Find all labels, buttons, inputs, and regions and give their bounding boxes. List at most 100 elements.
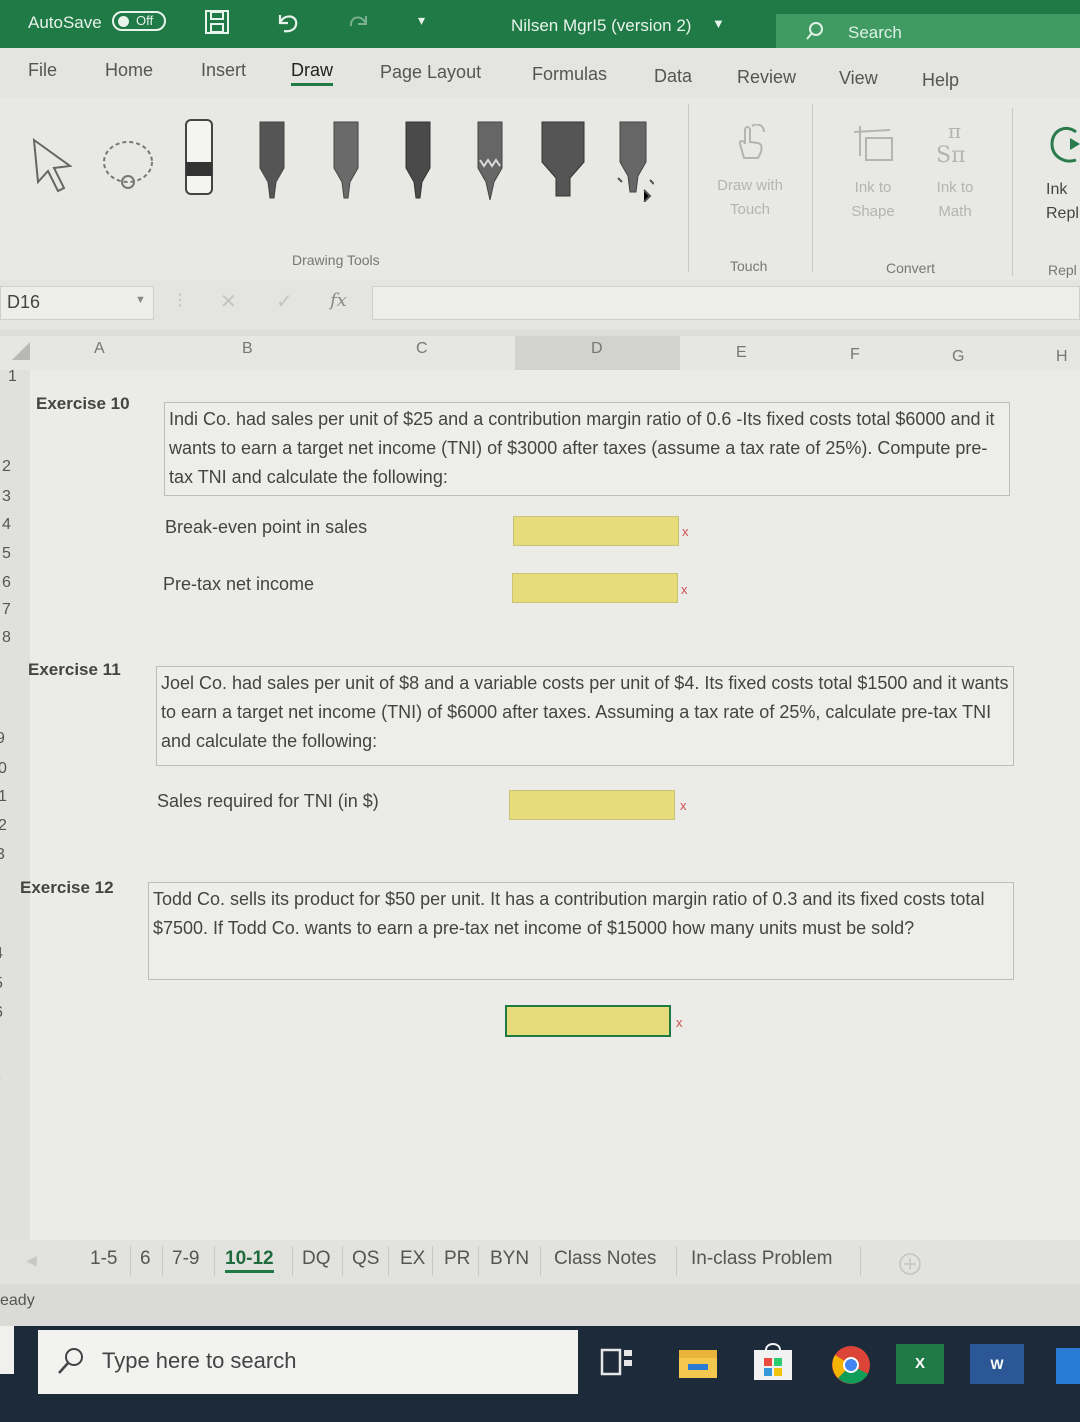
sheet-tab-ex[interactable]: EX — [400, 1248, 425, 1270]
ink-to-math-button[interactable]: Ink to Math — [920, 176, 990, 224]
pen-gray-icon[interactable] — [330, 120, 362, 205]
redo-icon[interactable] — [346, 10, 372, 39]
app-taskbar-button[interactable] — [1056, 1348, 1080, 1384]
column-header-b[interactable]: B — [242, 340, 253, 358]
row-number[interactable]: 4 — [2, 516, 11, 534]
pen-dark-icon[interactable] — [402, 120, 434, 205]
pen-black-icon[interactable] — [256, 120, 288, 205]
break-even-answer-cell[interactable] — [513, 516, 679, 546]
sales-required-answer-cell[interactable] — [509, 790, 675, 820]
select-all-corner-icon[interactable] — [10, 340, 32, 367]
pre-tax-income-label: Pre-tax net income — [163, 574, 315, 594]
document-title[interactable]: Nilsen MgrI5 (version 2) — [511, 16, 691, 36]
formula-input[interactable] — [372, 286, 1080, 320]
tab-draw[interactable]: Draw — [291, 60, 334, 86]
ink-replay-icon[interactable] — [1046, 124, 1080, 173]
row-number[interactable]: 2 — [2, 458, 11, 476]
row-number[interactable]: 3 — [2, 488, 11, 506]
worksheet-grid[interactable]: Exercise 10 Indi Co. had sales per unit … — [20, 370, 1080, 1240]
ink-to-math-icon[interactable]: π Sπ — [932, 119, 978, 171]
row-number[interactable]: 6 — [0, 1004, 3, 1022]
units-answer-cell-selected[interactable] — [505, 1005, 671, 1037]
row-number[interactable]: 6 — [2, 574, 11, 592]
autosave-label: AutoSave — [28, 13, 102, 32]
row-number[interactable]: 0 — [0, 760, 7, 778]
tab-help[interactable]: Help — [922, 70, 959, 91]
sheet-tab-1-5[interactable]: 1-5 — [90, 1248, 117, 1270]
taskbar-search-box[interactable]: Type here to search — [38, 1330, 578, 1394]
column-header-c[interactable]: C — [416, 340, 428, 358]
ink-to-shape-icon[interactable] — [850, 122, 896, 169]
tab-home[interactable]: Home — [105, 60, 153, 81]
lasso-select-icon[interactable] — [98, 136, 162, 199]
taskbar-search-placeholder: Type here to search — [102, 1348, 297, 1373]
eraser-icon[interactable] — [184, 118, 214, 203]
row-number[interactable]: 8 — [2, 629, 11, 647]
tab-insert[interactable]: Insert — [201, 60, 246, 81]
tab-view[interactable]: View — [839, 68, 878, 89]
add-sheet-icon[interactable] — [898, 1252, 922, 1281]
insert-function-icon[interactable]: fx — [330, 290, 347, 311]
ink-replay-button[interactable]: Ink Repl — [1046, 178, 1079, 226]
sheet-tab-7-9[interactable]: 7-9 — [172, 1248, 199, 1270]
ink-to-shape-button[interactable]: Ink to Shape — [838, 176, 908, 224]
row-number[interactable]: 5 — [0, 975, 3, 993]
column-header-g[interactable]: G — [952, 348, 964, 366]
row-number[interactable]: 1 — [8, 368, 17, 386]
file-explorer-icon[interactable] — [678, 1346, 718, 1385]
sheet-tab-pr[interactable]: PR — [444, 1248, 470, 1270]
column-header-d[interactable]: D — [591, 340, 603, 358]
column-header-a[interactable]: A — [94, 340, 105, 358]
tab-data[interactable]: Data — [654, 66, 692, 87]
row-number[interactable]: 7 — [2, 601, 11, 619]
excel-taskbar-button[interactable]: X — [896, 1344, 944, 1384]
draw-with-touch-button[interactable]: Draw with Touch — [700, 174, 800, 222]
customize-qat-icon[interactable]: ▾ — [418, 12, 425, 29]
name-box[interactable]: D16 ▼ — [0, 286, 154, 320]
row-number[interactable]: 8 — [0, 1068, 1, 1086]
draw-ribbon: Draw with Touch Touch Ink to Shape π Sπ I… — [0, 98, 1080, 280]
chrome-icon[interactable] — [830, 1344, 872, 1391]
scroll-tabs-left-icon[interactable]: ◀ — [26, 1252, 37, 1269]
sheet-tab-in-class-problem[interactable]: In-class Problem — [691, 1248, 833, 1270]
action-pen-icon[interactable] — [614, 120, 655, 207]
tab-page-layout[interactable]: Page Layout — [380, 62, 481, 83]
start-button[interactable] — [0, 1326, 14, 1374]
confirm-entry-icon[interactable]: ✓ — [276, 289, 293, 314]
tab-file[interactable]: File — [28, 60, 57, 81]
tab-formulas[interactable]: Formulas — [532, 64, 607, 85]
tab-review[interactable]: Review — [737, 67, 796, 88]
select-cursor-icon[interactable] — [30, 136, 76, 199]
sheet-tab-dq[interactable]: DQ — [302, 1248, 331, 1270]
row-number[interactable]: 9 — [0, 730, 5, 748]
task-view-icon[interactable] — [600, 1346, 634, 1385]
sheet-tab-byn[interactable]: BYN — [490, 1248, 529, 1270]
row-number[interactable]: 1 — [0, 788, 7, 806]
row-number[interactable]: 7 — [0, 1034, 1, 1052]
column-header-h[interactable]: H — [1056, 348, 1068, 366]
pre-tax-income-answer-cell[interactable] — [512, 573, 678, 603]
chevron-down-icon[interactable]: ▼ — [712, 16, 725, 31]
undo-icon[interactable] — [274, 9, 302, 40]
sheet-tab-10-12[interactable]: 10-12 — [225, 1248, 274, 1273]
pencil-icon[interactable] — [474, 120, 506, 205]
row-number[interactable]: 4 — [0, 945, 3, 963]
microsoft-store-icon[interactable] — [752, 1342, 794, 1387]
cancel-entry-icon[interactable]: ✕ — [220, 289, 237, 314]
row-number[interactable]: 5 — [2, 545, 11, 563]
draw-with-touch-icon[interactable] — [734, 123, 768, 165]
highlighter-icon[interactable] — [540, 120, 586, 205]
column-header-f[interactable]: F — [850, 346, 860, 364]
search-box[interactable]: Search — [776, 14, 1080, 48]
sheet-tab-qs[interactable]: QS — [352, 1248, 379, 1270]
row-number[interactable]: 3 — [0, 846, 5, 864]
search-icon — [56, 1346, 86, 1381]
row-number[interactable]: 2 — [0, 817, 7, 835]
tab-separator — [676, 1246, 677, 1276]
sheet-tab-6[interactable]: 6 — [140, 1248, 151, 1270]
sheet-tab-class-notes[interactable]: Class Notes — [554, 1248, 656, 1270]
save-icon[interactable] — [204, 9, 230, 40]
autosave-toggle[interactable]: Off — [112, 11, 166, 31]
word-taskbar-button[interactable]: W — [970, 1344, 1024, 1384]
column-header-e[interactable]: E — [736, 344, 747, 362]
